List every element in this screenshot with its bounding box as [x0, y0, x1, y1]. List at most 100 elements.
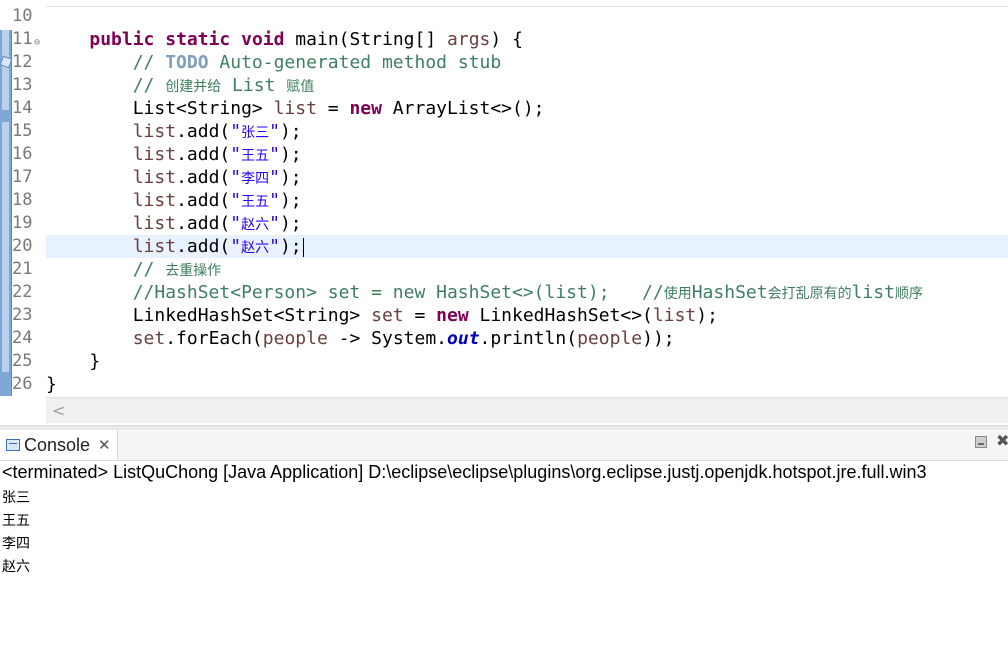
code-token: .add( — [176, 167, 231, 188]
console-output[interactable]: 张三 王五 李四 赵六 — [2, 487, 30, 579]
code-token: list — [132, 213, 177, 234]
remove-launch-icon[interactable]: ✖ — [996, 433, 1008, 449]
line-number: 21 — [12, 259, 33, 279]
line-number: 22 — [12, 282, 33, 302]
scroll-left-icon[interactable]: < — [52, 401, 65, 420]
code-token: " — [230, 144, 242, 165]
code-token: 王五 — [241, 148, 270, 164]
code-token: 张三 — [241, 125, 270, 141]
code-token: // — [132, 52, 166, 73]
code-token: list — [273, 98, 317, 119]
code-text: list.add("张三"); — [46, 120, 302, 145]
code-line[interactable]: 26} — [0, 373, 1008, 396]
code-token: LinkedHashSet<>( — [468, 305, 653, 326]
code-editor[interactable]: 10 11 ⊖ public static void main(String[] a… — [0, 0, 1008, 425]
code-line[interactable]: 19 list.add("赵六"); — [0, 212, 1008, 235]
code-line[interactable]: 24 set.forEach(people -> System.out.prin… — [0, 327, 1008, 350]
line-number: 26 — [12, 374, 33, 394]
line-number: 15 — [12, 121, 33, 141]
code-token: = — [316, 98, 350, 119]
code-token: List<String> — [46, 98, 274, 119]
code-token: LinkedHashSet<String> — [46, 305, 372, 326]
code-token: = — [403, 305, 437, 326]
line-number: 23 — [12, 305, 33, 325]
code-token: static — [165, 29, 231, 50]
code-text: } — [46, 373, 57, 396]
code-token: void — [241, 29, 285, 50]
code-token: .add( — [176, 121, 231, 142]
code-token: // — [132, 75, 166, 96]
code-token: " — [230, 190, 242, 211]
code-token: " — [269, 121, 280, 142]
minimize-icon[interactable] — [975, 436, 987, 448]
code-token: 王五 — [241, 194, 270, 210]
code-line[interactable]: 21 // 去重操作 — [0, 258, 1008, 281]
code-text: list.add("王五"); — [46, 189, 302, 214]
code-token: ) { — [490, 29, 523, 50]
output-line: 赵六 — [2, 559, 30, 575]
code-token: " — [269, 167, 280, 188]
line-number: 10 — [12, 6, 33, 26]
code-token: List — [221, 75, 287, 96]
code-text: list.add("赵六"); — [46, 235, 304, 260]
code-token: )); — [642, 328, 675, 349]
close-icon[interactable]: ✕ — [98, 436, 111, 454]
code-line[interactable]: 25 } — [0, 350, 1008, 373]
code-text: } — [46, 350, 100, 373]
code-token: main(String[] — [284, 29, 448, 50]
tab-console[interactable]: Console ✕ — [0, 430, 118, 460]
code-token: " — [230, 121, 242, 142]
code-text: list.add("王五"); — [46, 143, 302, 168]
horizontal-scrollbar[interactable]: < — [46, 397, 1008, 423]
code-token: HashSet — [691, 282, 768, 303]
code-token: " — [269, 236, 280, 257]
text-caret — [302, 237, 304, 257]
console-tab-bar: Console ✕ ✖ — [0, 430, 1008, 461]
code-token: ArrayList<>(); — [381, 98, 545, 119]
code-line[interactable]: 18 list.add("王五"); — [0, 189, 1008, 212]
code-line[interactable]: 23 LinkedHashSet<String> set = new Linke… — [0, 304, 1008, 327]
code-text: List<String> list = new ArrayList<>(); — [46, 97, 545, 120]
code-line[interactable]: 16 list.add("王五"); — [0, 143, 1008, 166]
code-line[interactable]: 17 list.add("李四"); — [0, 166, 1008, 189]
code-token: " — [230, 167, 242, 188]
code-token: 赵六 — [241, 217, 270, 233]
line-number: 20 — [12, 236, 33, 256]
line-number: 19 — [12, 213, 33, 233]
code-token: ); — [279, 236, 302, 257]
output-line: 王五 — [2, 513, 30, 529]
code-token: list — [132, 167, 177, 188]
code-token: " — [269, 213, 280, 234]
console-status-line: <terminated> ListQuChong [Java Applicati… — [2, 462, 927, 482]
code-line[interactable]: 20 list.add("赵六"); — [0, 235, 1008, 258]
code-token: } — [46, 351, 101, 372]
line-number: 12 — [12, 52, 33, 72]
code-token: list — [851, 282, 895, 303]
code-token: 去重操作 — [165, 263, 222, 279]
code-line[interactable]: 10 — [0, 5, 1008, 28]
code-line[interactable]: 13 // 创建并给 List 赋值 — [0, 74, 1008, 97]
code-line[interactable]: 22 //HashSet<Person> set = new HashSet<>… — [0, 281, 1008, 304]
code-text: // 去重操作 — [46, 258, 222, 283]
code-token: " — [269, 144, 280, 165]
code-line[interactable]: 11 ⊖ public static void main(String[] arg… — [0, 28, 1008, 51]
code-line[interactable]: 15 list.add("张三"); — [0, 120, 1008, 143]
code-token: // — [132, 259, 166, 280]
code-line[interactable]: 14 List<String> list = new ArrayList<>()… — [0, 97, 1008, 120]
output-line: 李四 — [2, 536, 30, 552]
code-line[interactable]: 12 // TODO Auto-generated method stub — [0, 51, 1008, 74]
code-token: list — [132, 121, 177, 142]
code-token: ); — [279, 144, 302, 165]
code-token: new — [349, 98, 382, 119]
code-token: //HashSet<Person> set = new HashSet<>(li… — [132, 282, 664, 303]
